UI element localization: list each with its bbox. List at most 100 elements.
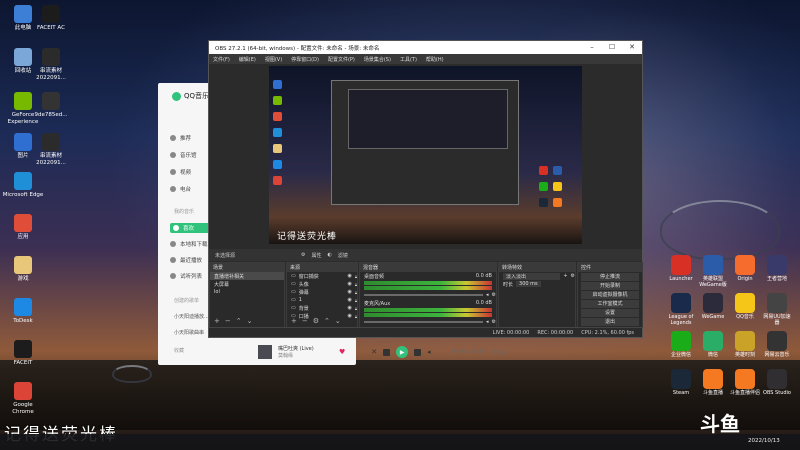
play-button[interactable]: ▶ — [396, 346, 409, 358]
next-icon[interactable] — [414, 348, 422, 356]
menu-item[interactable]: 停靠窗口(D) — [291, 56, 319, 63]
desktop-icon[interactable]: 企业微信 — [666, 331, 696, 358]
menu-item[interactable]: 工具(T) — [400, 56, 417, 63]
album-cover[interactable] — [258, 345, 272, 359]
lock-icon[interactable]: 🔒︎ — [355, 274, 357, 279]
desktop-icon[interactable]: ToDesk — [2, 298, 44, 325]
eye-icon[interactable]: ◉ — [347, 305, 351, 311]
desktop-icon[interactable]: 游戏 — [2, 256, 44, 283]
control-button[interactable]: 退出 — [581, 318, 639, 326]
lock-icon[interactable]: 🔒︎ — [355, 298, 357, 303]
add-icon[interactable]: + — [291, 317, 297, 325]
qq-playlist-item[interactable]: 小天阳迪播放... — [174, 313, 209, 320]
previous-icon[interactable] — [383, 348, 391, 356]
obs-preview[interactable]: 记得送荧光棒 — [269, 66, 582, 244]
scene-item[interactable]: lol — [210, 288, 284, 296]
add-icon[interactable]: + — [563, 273, 567, 279]
source-item[interactable]: ▭ 窗口捕获 ◉ 🔒︎ — [287, 272, 357, 280]
taskbar-clock[interactable]: 2022/10/13 — [748, 438, 780, 444]
eye-icon[interactable]: ◉ — [347, 313, 351, 319]
desktop-icon[interactable]: Microsoft Edge — [2, 172, 44, 199]
volume-slider[interactable] — [364, 294, 483, 296]
source-item[interactable]: ▭ 背景 ◉ 🔒︎ — [287, 304, 357, 312]
shuffle-icon[interactable]: ✕ — [371, 348, 377, 356]
control-button[interactable]: 工作室模式 — [581, 300, 639, 308]
source-item[interactable]: ▭ 头像 ◉ 🔒︎ — [287, 280, 357, 288]
heart-icon[interactable]: ♥ — [339, 348, 345, 356]
volume-slider[interactable] — [364, 321, 483, 323]
gear-icon[interactable]: ⚙ — [301, 252, 305, 258]
desktop-icon[interactable]: 网易UU加速器 — [762, 293, 792, 326]
desktop-icon[interactable]: FACEIT AC — [30, 5, 72, 32]
qq-playlist-item[interactable]: 小天阳歌曲串 — [174, 329, 204, 336]
add-icon[interactable]: + — [214, 317, 220, 325]
desktop-icon[interactable]: Google Chrome — [2, 382, 44, 416]
desktop-icon[interactable]: QQ音乐 — [730, 293, 760, 320]
lock-icon[interactable]: 🔒︎ — [355, 282, 357, 287]
menu-item[interactable]: 编辑(E) — [239, 56, 256, 63]
desktop-icon[interactable]: 斗鱼直播伴侣 — [730, 369, 760, 396]
transition-select[interactable]: 淡入淡出 — [503, 272, 561, 280]
desktop-icon[interactable]: Origin — [730, 255, 760, 282]
source-item[interactable]: ▭ 弹幕 ◉ 🔒︎ — [287, 288, 357, 296]
filters-button[interactable]: 滤镜 — [338, 252, 348, 259]
desktop-icon[interactable]: Steam — [666, 369, 696, 396]
desktop-icon[interactable]: 王者营地 — [762, 255, 792, 282]
gear-icon[interactable]: ⚙ — [571, 273, 575, 279]
desktop-icon[interactable]: 9de785ed... — [30, 92, 72, 119]
volume-icon[interactable]: ◂ — [486, 319, 489, 325]
desktop-icon[interactable]: 网易云音乐 — [762, 331, 792, 358]
remove-icon[interactable]: − — [225, 317, 231, 325]
obs-window[interactable]: OBS 27.2.1 (64-bit, windows) - 配置文件: 未命名… — [208, 40, 643, 338]
up-icon[interactable]: ⌃ — [236, 317, 242, 325]
close-button[interactable]: ✕ — [622, 41, 642, 54]
volume-icon[interactable]: ◂ — [486, 292, 489, 298]
desktop-icon[interactable]: WeGame — [698, 293, 728, 320]
desktop-icon[interactable]: FACEIT — [2, 340, 44, 367]
desktop-icon[interactable]: League of Legends — [666, 293, 696, 326]
obs-titlebar[interactable]: OBS 27.2.1 (64-bit, windows) - 配置文件: 未命名… — [209, 41, 642, 54]
lock-icon[interactable]: 🔒︎ — [355, 290, 357, 295]
down-icon[interactable]: ⌄ — [247, 317, 253, 325]
down-icon[interactable]: ⌄ — [335, 317, 341, 325]
control-button[interactable]: 停止推流 — [581, 273, 639, 281]
lock-icon[interactable]: 🔒︎ — [355, 314, 357, 319]
minimize-button[interactable]: – — [582, 41, 602, 54]
desktop-icon[interactable]: 串流素材 2022091... — [30, 48, 72, 82]
menu-item[interactable]: 帮助(H) — [426, 56, 444, 63]
menu-item[interactable]: 视图(V) — [265, 56, 282, 63]
desktop-icon[interactable]: 串流素材 2022091... — [30, 133, 72, 167]
desktop-icon[interactable]: 英雄时刻 — [730, 331, 760, 358]
lyrics-count[interactable]: 词 129 — [492, 349, 508, 356]
desktop-icon[interactable]: 应用 — [2, 214, 44, 241]
menu-item[interactable]: 配置文件(P) — [328, 56, 355, 63]
eye-icon[interactable]: ◉ — [347, 297, 351, 303]
control-button[interactable]: 设置 — [581, 309, 639, 317]
gear-icon[interactable]: ⚙ — [492, 319, 496, 325]
properties-button[interactable]: 属性 — [312, 252, 322, 259]
source-item[interactable]: ▭ 1 ◉ 🔒︎ — [287, 296, 357, 304]
control-button[interactable]: 启动虚拟摄像机 — [581, 291, 639, 299]
volume-icon[interactable]: ◂ — [427, 348, 431, 356]
scene-item[interactable]: 大屏幕 — [210, 280, 284, 288]
desktop-icon[interactable]: OBS Studio — [762, 369, 792, 396]
remove-icon[interactable]: − — [302, 317, 308, 325]
desktop-icon[interactable]: 微信 — [698, 331, 728, 358]
scene-item[interactable]: 直播增补相关 — [210, 272, 284, 280]
desktop-icon[interactable]: Launcher — [666, 255, 696, 282]
eye-icon[interactable]: ◉ — [347, 289, 351, 295]
gear-icon[interactable]: ⚙ — [492, 292, 496, 298]
up-icon[interactable]: ⌃ — [324, 317, 330, 325]
desktop-icon[interactable]: 斗鱼直播 — [698, 369, 728, 396]
filter-icon[interactable]: ◐ — [328, 252, 332, 258]
lock-icon[interactable]: 🔒︎ — [355, 306, 357, 311]
duration-input[interactable]: 300 ms — [516, 281, 541, 287]
control-button[interactable]: 开始录制 — [581, 282, 639, 290]
menu-item[interactable]: 文件(F) — [213, 56, 230, 63]
menu-item[interactable]: 场景集合(S) — [364, 56, 391, 63]
maximize-button[interactable]: ☐ — [602, 41, 622, 54]
eye-icon[interactable]: ◉ — [347, 273, 351, 279]
eye-icon[interactable]: ◉ — [347, 281, 351, 287]
desktop-icon[interactable]: 英雄联盟WeGame版 — [698, 255, 728, 288]
gear-icon[interactable]: ⚙ — [313, 317, 319, 325]
